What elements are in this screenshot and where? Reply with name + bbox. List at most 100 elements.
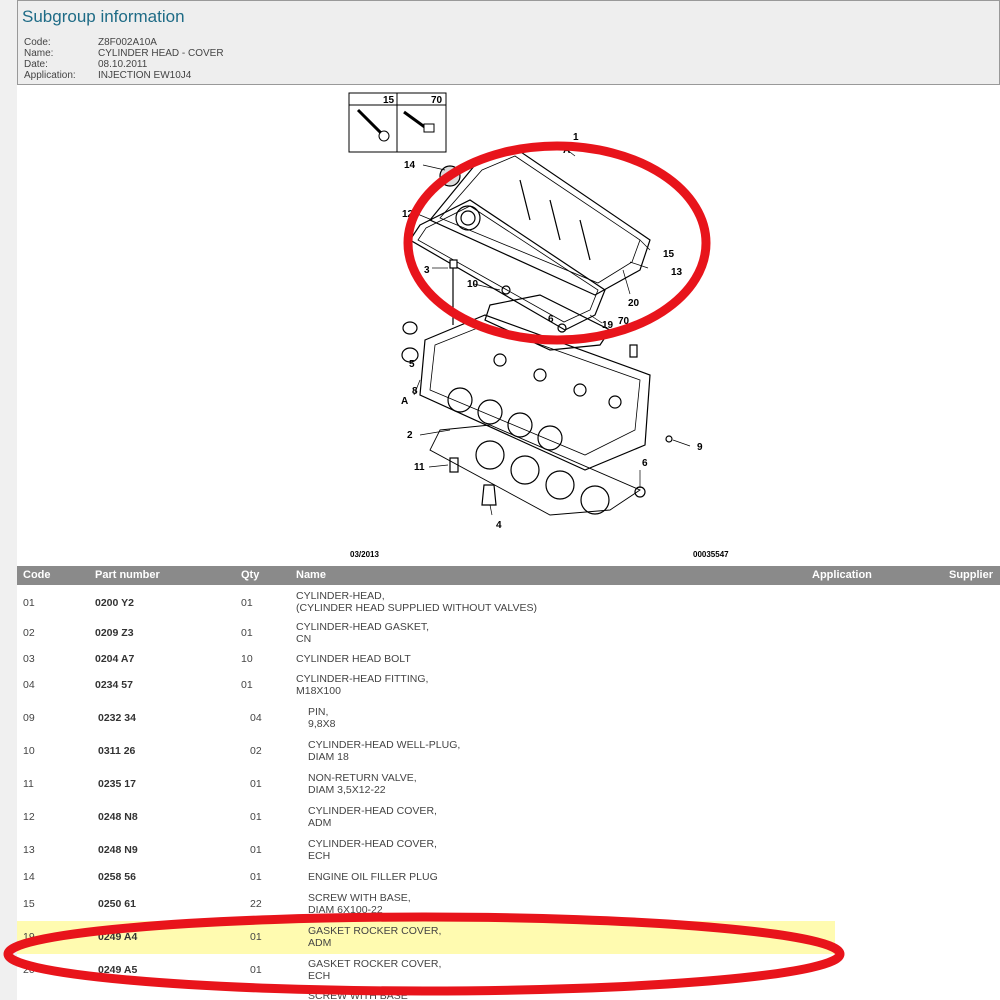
row-name: CYLINDER-HEAD, (CYLINDER HEAD SUPPLIED WI… (296, 590, 537, 614)
table-row[interactable]: 12 0248 N8 01 CYLINDER-HEAD COVER, ADM (17, 801, 1000, 834)
row-name: GASKET ROCKER COVER, ECH (308, 958, 441, 982)
row-name-line1: GASKET ROCKER COVER, (308, 925, 442, 937)
info-application: Application: INJECTION EW10J4 (24, 70, 191, 81)
info-name-value: CYLINDER HEAD - COVER (98, 48, 224, 59)
row-part-number[interactable]: 0248 N8 (98, 811, 138, 823)
callout-A-top: A (563, 145, 570, 156)
row-part-number[interactable]: 0250 61 (98, 898, 136, 910)
row-name-line2: DIAM 3,5X12-22 (308, 784, 386, 796)
diagram-date: 03/2013 (350, 550, 379, 559)
callout-15: 15 (663, 249, 675, 260)
row-name-line2: ADM (308, 817, 332, 829)
row-code: 03 (23, 653, 35, 665)
row-code: 02 (23, 627, 35, 639)
row-name-line2: CN (296, 633, 312, 645)
callout-3: 3 (424, 265, 430, 276)
callout-70: 70 (618, 316, 630, 327)
subgroup-info-panel: Subgroup information Code: Z8F002A10A Nam… (17, 0, 1000, 85)
row-name-line2: 9,8X8 (308, 718, 336, 730)
table-row[interactable]: SCREW WITH BASE (17, 987, 1000, 1000)
row-name: GASKET ROCKER COVER, ADM (308, 925, 441, 949)
info-date: Date: 08.10.2011 (24, 59, 147, 70)
info-name: Name: CYLINDER HEAD - COVER (24, 48, 224, 59)
info-application-value: INJECTION EW10J4 (98, 70, 192, 81)
info-date-value: 08.10.2011 (98, 59, 148, 70)
header-name: Name (296, 569, 326, 581)
row-part-number[interactable]: 0235 17 (98, 778, 136, 790)
row-qty: 22 (250, 898, 262, 910)
callout-11: 11 (414, 462, 425, 473)
table-row[interactable]: 04 0234 57 01 CYLINDER-HEAD FITTING, M18X… (17, 669, 1000, 702)
row-part-number[interactable]: 0234 57 (95, 679, 133, 691)
row-name-line1: GASKET ROCKER COVER, (308, 958, 442, 970)
row-name-line1: CYLINDER-HEAD, (296, 590, 385, 602)
callout-leaders (413, 148, 691, 516)
header-application: Application (812, 569, 872, 581)
callout-20: 20 (628, 298, 640, 309)
row-code: 10 (23, 745, 35, 757)
row-code: 20 (23, 964, 35, 976)
row-code: 04 (23, 679, 35, 691)
row-name: NON-RETURN VALVE, DIAM 3,5X12-22 (308, 772, 417, 796)
row-code: 13 (23, 844, 35, 856)
info-code: Code: Z8F002A10A (24, 37, 157, 48)
callout-19: 19 (602, 320, 614, 331)
row-code: 19 (23, 931, 35, 943)
row-part-number[interactable]: 0249 A4 (98, 931, 137, 943)
row-name-line1: NON-RETURN VALVE, (308, 772, 417, 784)
row-name: CYLINDER-HEAD COVER, ECH (308, 838, 437, 862)
table-row[interactable]: 09 0232 34 04 PIN, 9,8X8 (17, 702, 1000, 735)
row-name-line2: ECH (308, 850, 331, 862)
callout-14: 14 (404, 160, 416, 171)
subgroup-title: Subgroup information (22, 7, 185, 26)
row-part-number[interactable]: 0200 Y2 (95, 597, 134, 609)
exploded-parts-diagram[interactable]: 15 70 1 A 14 12 3 10 15 13 20 19 70 6 5 … (340, 90, 740, 560)
row-qty: 01 (250, 964, 262, 976)
header-code: Code (23, 569, 51, 581)
row-name: ENGINE OIL FILLER PLUG (308, 871, 438, 883)
callout-6-top: 6 (548, 314, 554, 325)
row-part-number[interactable]: 0209 Z3 (95, 627, 134, 639)
diagram-svg: 15 70 1 A 14 12 3 10 15 13 20 19 70 6 5 … (348, 92, 729, 559)
row-qty: 02 (250, 745, 262, 757)
row-name: CYLINDER-HEAD GASKET, CN (296, 621, 429, 645)
cylinder-head-drawing (401, 294, 673, 516)
row-part-number[interactable]: 0249 A5 (98, 964, 137, 976)
info-name-label: Name: (24, 48, 54, 59)
row-part-number[interactable]: 0258 56 (98, 871, 136, 883)
row-name-line1: CYLINDER-HEAD COVER, (308, 838, 437, 850)
table-row[interactable]: 03 0204 A7 10 CYLINDER HEAD BOLT (17, 647, 1000, 669)
row-code: 12 (23, 811, 35, 823)
table-row[interactable]: 13 0248 N9 01 CYLINDER-HEAD COVER, ECH (17, 834, 1000, 867)
table-row[interactable]: 20 0249 A5 01 GASKET ROCKER COVER, ECH (17, 954, 1000, 987)
callout-A-left: A (401, 396, 408, 407)
callout-2: 2 (407, 430, 413, 441)
row-part-number[interactable]: 0232 34 (98, 712, 136, 724)
callout-6-bottom: 6 (642, 458, 648, 469)
row-qty: 01 (250, 871, 262, 883)
left-margin (0, 0, 17, 1000)
row-name-line2: M18X100 (296, 685, 341, 697)
row-part-number[interactable]: 0311 26 (98, 745, 135, 757)
fastener-inset: 15 70 (348, 92, 447, 153)
table-row[interactable]: 11 0235 17 01 NON-RETURN VALVE, DIAM 3,5X… (17, 768, 1000, 801)
rocker-cover-drawing (409, 147, 651, 333)
row-qty: 01 (250, 778, 262, 790)
callout-5: 5 (409, 359, 415, 370)
row-code: 15 (23, 898, 35, 910)
table-row[interactable]: 15 0250 61 22 SCREW WITH BASE, DIAM 6X100… (17, 889, 1000, 921)
row-code: 14 (23, 871, 35, 883)
row-qty: 04 (250, 712, 262, 724)
row-part-number[interactable]: 0248 N9 (98, 844, 138, 856)
table-row[interactable]: 01 0200 Y2 01 CYLINDER-HEAD, (CYLINDER HE… (17, 587, 1000, 620)
table-row[interactable]: 14 0258 56 01 ENGINE OIL FILLER PLUG (17, 867, 1000, 889)
table-row[interactable]: 10 0311 26 02 CYLINDER-HEAD WELL-PLUG, DI… (17, 735, 1000, 768)
row-name: SCREW WITH BASE (308, 990, 408, 1000)
parts-table-header: Code Part number Qty Name Application Su… (17, 566, 1000, 585)
row-qty: 01 (241, 679, 253, 691)
table-row-highlighted[interactable]: 19 0249 A4 01 GASKET ROCKER COVER, ADM (17, 921, 835, 954)
row-name-line2: ADM (308, 937, 332, 949)
row-qty: 10 (241, 653, 253, 665)
table-row[interactable]: 02 0209 Z3 01 CYLINDER-HEAD GASKET, CN (17, 620, 1000, 647)
row-part-number[interactable]: 0204 A7 (95, 653, 134, 665)
